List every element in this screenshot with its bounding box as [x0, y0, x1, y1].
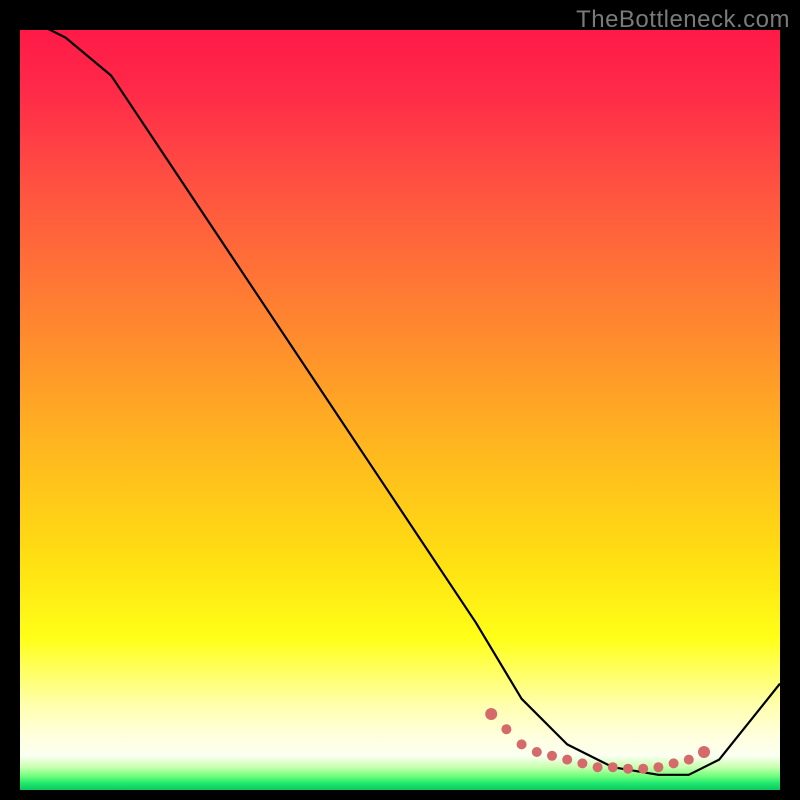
marker-dot: [577, 758, 587, 768]
chart-container: TheBottleneck.com: [0, 0, 800, 800]
marker-dot: [532, 747, 542, 757]
marker-dot: [698, 746, 710, 758]
marker-dot: [608, 762, 618, 772]
chart-svg: [20, 30, 780, 790]
marker-dot: [669, 758, 679, 768]
marker-dot: [517, 739, 527, 749]
marker-dot: [593, 762, 603, 772]
watermark-text: TheBottleneck.com: [576, 6, 790, 34]
marker-dot: [684, 755, 694, 765]
bottleneck-curve: [20, 30, 780, 775]
marker-dot: [547, 751, 557, 761]
marker-dot: [485, 708, 497, 720]
optimal-range-markers: [485, 708, 710, 774]
marker-dot: [653, 762, 663, 772]
marker-dot: [638, 764, 648, 774]
plot-area: [20, 30, 780, 790]
marker-dot: [501, 724, 511, 734]
marker-dot: [562, 755, 572, 765]
marker-dot: [623, 764, 633, 774]
